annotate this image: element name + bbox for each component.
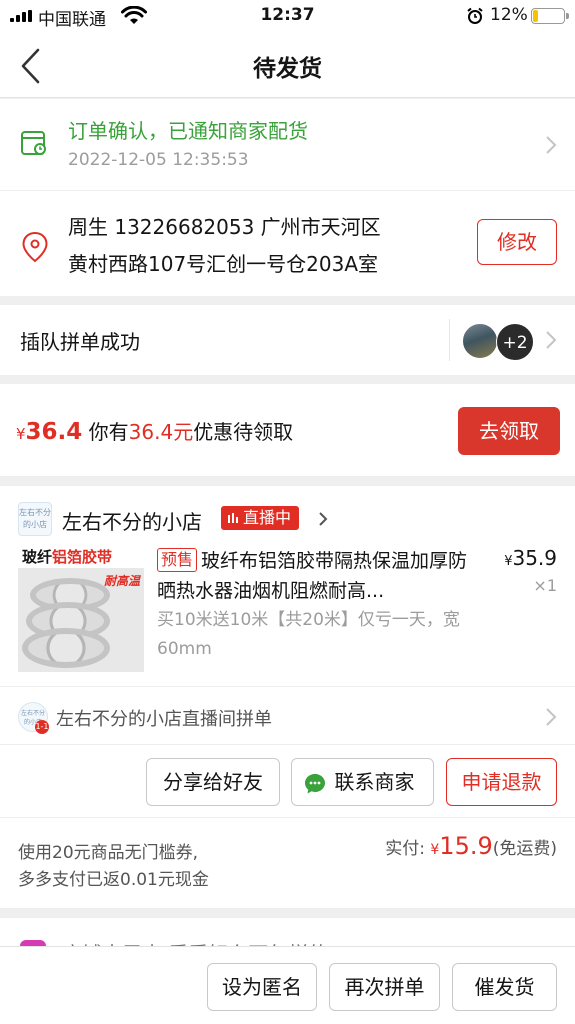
- live-room-group-row[interactable]: 左右不分的小店 1-1 左右不分的小店直播间拼单: [0, 686, 575, 745]
- chat-icon: [305, 774, 325, 794]
- live-bars-icon: [228, 513, 238, 523]
- clock: 12:37: [260, 5, 315, 25]
- claim-coupon-button[interactable]: 去领取: [458, 407, 560, 455]
- coupon-text: ¥36.4 你有36.4元优惠待领取: [16, 416, 293, 445]
- delivery-status-icon: [21, 131, 46, 155]
- address-detail: 黄村西路107号汇创一号仓203A室: [68, 252, 379, 276]
- product-image-tag: 耐高温: [103, 574, 140, 588]
- product-spec: 买10米送10米【共20米】仅亏一天，宽60mm: [157, 610, 460, 659]
- live-label: 直播中: [243, 508, 292, 527]
- live-room-text: 左右不分的小店直播间拼单: [56, 709, 272, 730]
- product-image-banner: 玻纤铝箔胶带: [18, 546, 144, 568]
- order-status-time: 2022-12-05 12:35:53: [68, 150, 249, 170]
- shop-logo: 左右不分的小店: [18, 502, 52, 536]
- alarm-icon: [467, 7, 483, 24]
- battery-icon: [531, 8, 569, 24]
- coupon-suffix: 优惠待领取: [193, 420, 294, 444]
- product-quantity: ×1: [533, 576, 557, 595]
- battery-percent: 12%: [490, 5, 528, 25]
- page-title: 待发货: [253, 56, 322, 82]
- coupon-prefix: 你有: [88, 420, 129, 444]
- presale-tag: 预售: [157, 548, 198, 572]
- rebuy-button[interactable]: 再次拼单: [329, 963, 440, 1011]
- location-pin-icon: [22, 231, 48, 263]
- coupon-text-amount: 36.4元: [128, 420, 194, 444]
- extra-members-avatar: +2: [496, 323, 534, 361]
- tape-roll: [22, 628, 110, 668]
- paid-amount: 实付: ¥15.9(免运费): [385, 832, 557, 860]
- contact-merchant-button[interactable]: 联系商家: [291, 758, 434, 806]
- bottom-action-bar: 设为匿名 再次拼单 催发货: [0, 946, 575, 1024]
- request-refund-button[interactable]: 申请退款: [446, 758, 557, 806]
- coupon-currency: ¥: [16, 425, 26, 443]
- chevron-right-icon: [546, 708, 557, 726]
- group-buy-row[interactable]: 插队拼单成功 +2: [0, 305, 575, 375]
- navigation-bar: 待发货: [0, 32, 575, 98]
- product-title-text: 玻纤布铝箔胶带隔热保温加厚防晒热水器油烟机阻燃耐高...: [157, 550, 468, 602]
- chevron-right-icon: [319, 512, 328, 526]
- chevron-right-icon: [546, 331, 557, 349]
- product-price: ¥35.9: [504, 546, 557, 570]
- product-title[interactable]: 预售 玻纤布铝箔胶带隔热保温加厚防晒热水器油烟机阻燃耐高...: [157, 546, 477, 606]
- live-room-badge: 1-1: [35, 720, 49, 734]
- product-image[interactable]: 玻纤铝箔胶带 耐高温: [18, 546, 144, 672]
- order-status-text: 订单确认，已通知商家配货: [68, 119, 308, 143]
- coupon-card: ¥36.4 你有36.4元优惠待领取 去领取: [0, 384, 575, 476]
- divider: [449, 319, 450, 361]
- edit-address-button[interactable]: 修改: [477, 219, 557, 265]
- order-status-row[interactable]: 订单确认，已通知商家配货 2022-12-05 12:35:53: [0, 99, 575, 191]
- shop-name[interactable]: 左右不分的小店: [62, 506, 202, 535]
- coupon-used-note: 使用20元商品无门槛券,: [18, 843, 199, 863]
- address-name-phone: 周生 13226682053 广州市天河区: [68, 215, 381, 239]
- contact-merchant-label: 联系商家: [334, 770, 415, 794]
- cashback-note: 多多支付已返0.01元现金: [18, 870, 209, 890]
- avatar: [462, 323, 498, 359]
- share-button[interactable]: 分享给好友: [146, 758, 280, 806]
- live-badge[interactable]: 直播中: [221, 506, 300, 530]
- set-anonymous-button[interactable]: 设为匿名: [207, 963, 317, 1011]
- payment-summary: 使用20元商品无门槛券, 多多支付已返0.01元现金 实付: ¥15.9(免运费…: [0, 817, 575, 908]
- shop-order-card: 左右不分的小店 左右不分的小店 直播中 玻纤铝箔胶带 耐高温 预售 玻纤布铝箔胶带…: [0, 486, 575, 908]
- group-buy-label: 插队拼单成功: [20, 330, 140, 354]
- coupon-amount: 36.4: [25, 419, 83, 445]
- order-status-card: 订单确认，已通知商家配货 2022-12-05 12:35:53 周生 1322…: [0, 99, 575, 296]
- status-bar: 中国联通 12:37 12%: [0, 0, 575, 32]
- chevron-right-icon: [546, 136, 557, 154]
- urge-shipping-button[interactable]: 催发货: [452, 963, 557, 1011]
